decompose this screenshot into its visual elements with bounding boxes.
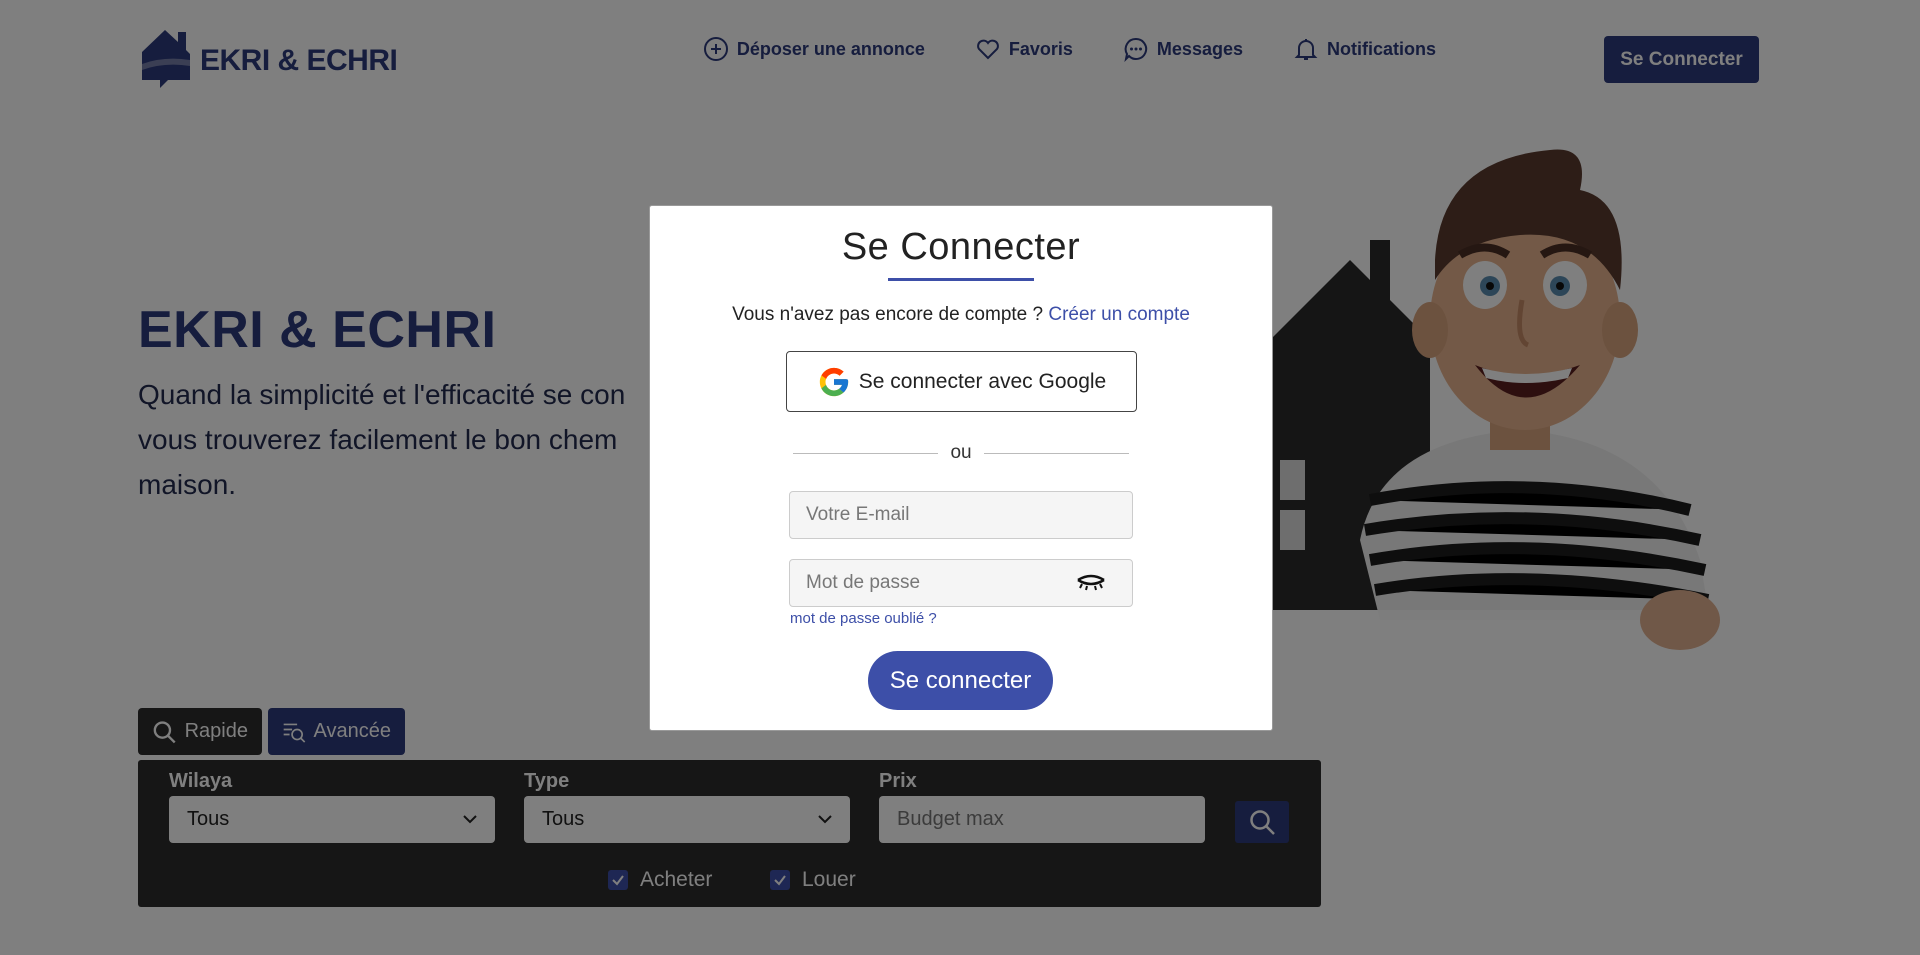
no-account-text: Vous n'avez pas encore de compte ? [732,304,1044,325]
divider-line [793,452,939,454]
password-placeholder: Mot de passe [806,572,921,593]
password-field[interactable]: Mot de passe [789,559,1133,607]
email-placeholder: Votre E-mail [806,504,910,525]
modal-title: Se Connecter [841,226,1081,268]
google-login-button[interactable]: Se connecter avec Google [786,351,1137,412]
submit-login-button[interactable]: Se connecter [868,651,1053,710]
google-icon [819,367,848,396]
google-label: Se connecter avec Google [858,369,1107,393]
eye-closed-icon[interactable] [1076,574,1106,592]
create-account-link[interactable]: Créer un compte [1048,304,1190,325]
login-modal: Se Connecter Vous n'avez pas encore de c… [649,205,1273,731]
email-field[interactable]: Votre E-mail [789,491,1133,539]
divider-line [983,452,1130,454]
no-account-line: Vous n'avez pas encore de compte ? Créer… [650,304,1272,326]
title-underline [888,278,1034,281]
forgot-password-link[interactable]: mot de passe oublié ? [790,610,937,627]
divider-text: ou [950,442,972,463]
or-divider: ou [793,442,1130,464]
